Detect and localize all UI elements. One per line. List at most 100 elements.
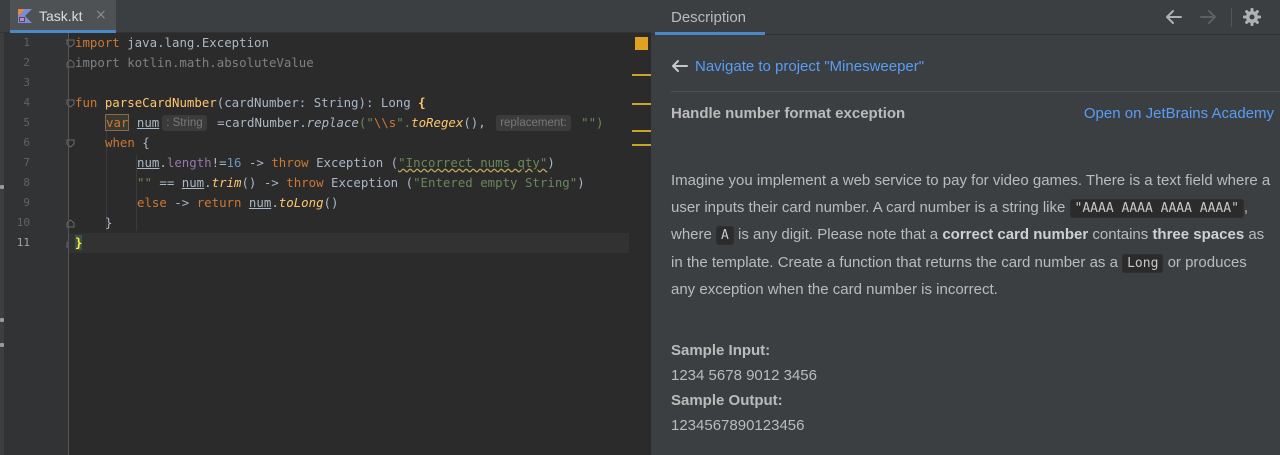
description-toolbar: Description <box>651 0 1280 35</box>
code-line-1: import java.lang.Exception <box>75 33 269 53</box>
paragraph-text: contains <box>1088 226 1153 243</box>
code-editor-pane: Task.kt × 1 2 3 4 5 6 7 8 9 10 11 import… <box>0 0 651 455</box>
warning-marker[interactable] <box>632 103 651 105</box>
keyword-throw: throw <box>271 155 309 170</box>
warning-marker[interactable] <box>632 130 651 132</box>
line-number: 7 <box>23 156 30 169</box>
open-on-academy-link[interactable]: Open on JetBrains Academy <box>1084 105 1274 122</box>
tab-task-kt[interactable]: Task.kt × <box>10 0 116 33</box>
close-icon[interactable]: × <box>95 7 107 23</box>
dot: . <box>159 155 167 170</box>
toolbar-separator <box>1231 8 1232 27</box>
line-number: 10 <box>16 216 30 229</box>
inline-code: "AAAA AAAA AAAA AAAA" <box>1069 198 1244 218</box>
gear-icon[interactable] <box>1241 6 1263 28</box>
keyword-when: when <box>105 135 135 150</box>
method-trim: trim <box>211 175 242 190</box>
close-paren: () <box>323 195 339 210</box>
close-paren: ) <box>547 155 555 170</box>
code-line-4: fun parseCardNumber(cardNumber: String):… <box>75 93 426 113</box>
line-number: 6 <box>23 136 30 149</box>
assignment: =cardNumber. <box>209 115 307 130</box>
arrow: -> <box>166 195 197 210</box>
tab-label: Task.kt <box>39 8 83 24</box>
warning-indicator-icon[interactable] <box>635 37 648 50</box>
bold-text: correct card number <box>942 226 1089 243</box>
arrow-left-icon[interactable] <box>1163 6 1185 28</box>
task-title: Handle number format exception <box>671 105 906 122</box>
arrow-right-icon[interactable] <box>1197 6 1219 28</box>
when-brace: { <box>134 135 150 150</box>
editor-tab-bar: Task.kt × <box>0 0 651 33</box>
open-brace: { <box>418 95 426 110</box>
code-line-8: "" == num.trim() -> throw Exception ("En… <box>137 173 585 193</box>
task-description-text: Imagine you implement a web service to p… <box>671 168 1271 304</box>
code-line-5: var num: String =cardNumber.replace("\\s… <box>105 113 604 133</box>
keyword-else: else <box>137 195 167 210</box>
inline-code: A <box>716 226 734 245</box>
line-number: 8 <box>23 176 30 189</box>
error-stripe[interactable] <box>629 33 651 455</box>
arrow-left-icon <box>672 60 688 72</box>
line-number: 5 <box>23 116 30 129</box>
line-number-gutter[interactable]: 1 2 3 4 5 6 7 8 9 10 11 <box>4 33 75 455</box>
sample-input-label: Sample Input: <box>671 342 771 359</box>
close-paren: ) <box>577 175 585 190</box>
arrow: -> <box>241 155 272 170</box>
matched-brace: } <box>75 235 83 250</box>
keyword-var: var <box>105 114 130 131</box>
sample-output-label: Sample Output: <box>671 392 783 409</box>
keyword-fun: fun <box>75 95 98 110</box>
line-number: 4 <box>23 96 30 109</box>
method-toregex: toRegex <box>411 115 464 130</box>
unused-import: import kotlin.math.absoluteValue <box>75 55 314 70</box>
bold-text: three spaces <box>1152 226 1245 243</box>
navigate-link-text: Navigate to project "Minesweeper" <box>695 58 925 75</box>
close-brace: } <box>105 215 113 230</box>
param-hint: replacement: <box>496 115 571 131</box>
warning-marker[interactable] <box>632 144 651 146</box>
code-line-7: num.length!=16 -> throw Exception ("Inco… <box>137 153 555 173</box>
call-args: (), <box>463 115 494 130</box>
variable-num: num <box>181 175 205 190</box>
code-line-9: else -> return num.toLong() <box>137 193 338 213</box>
keyword-return: return <box>196 195 242 210</box>
string-literal: "Incorrect nums qty" <box>398 155 548 170</box>
tab-description[interactable]: Description <box>655 0 765 35</box>
variable-num: num <box>136 115 160 130</box>
code-line-11: } <box>75 233 83 253</box>
variable-num: num <box>248 195 272 210</box>
method-tolong: toLong <box>278 195 324 210</box>
sample-input-value: 1234 5678 9012 3456 <box>671 367 817 384</box>
operator: != <box>211 155 227 170</box>
arrow: () -> <box>241 175 287 190</box>
line-number: 9 <box>23 196 30 209</box>
inline-code: Long <box>1122 253 1164 273</box>
tab-label: Description <box>671 9 747 26</box>
exception-class: Exception ( <box>308 155 399 170</box>
line-number: 3 <box>23 76 30 89</box>
number-literal: 16 <box>226 155 242 170</box>
string-literal: "" <box>137 175 152 190</box>
keyword-throw: throw <box>286 175 324 190</box>
line-number-current: 11 <box>16 236 30 249</box>
keyword-import: import <box>75 35 120 50</box>
divider <box>671 91 1280 92</box>
task-description-panel: Description Navigate to project "Mineswe… <box>651 0 1280 455</box>
method-replace: replace <box>306 115 359 130</box>
code-line-10: } <box>105 213 112 233</box>
current-line-highlight <box>69 233 649 253</box>
string-literal: "Entered empty String" <box>413 175 578 190</box>
type-hint: : String <box>162 115 207 131</box>
code-line-6: when { <box>105 133 150 153</box>
sample-output-value: 1234567890123456 <box>671 417 805 434</box>
dot: . <box>271 195 279 210</box>
line-number: 1 <box>23 36 30 49</box>
property-length: length <box>166 155 212 170</box>
replacement-string: "") <box>573 115 604 130</box>
kotlin-file-icon <box>18 9 32 23</box>
warning-marker[interactable] <box>632 74 651 76</box>
string-close: ". <box>396 115 412 130</box>
code-area[interactable]: import java.lang.Exception import kotlin… <box>69 33 649 455</box>
